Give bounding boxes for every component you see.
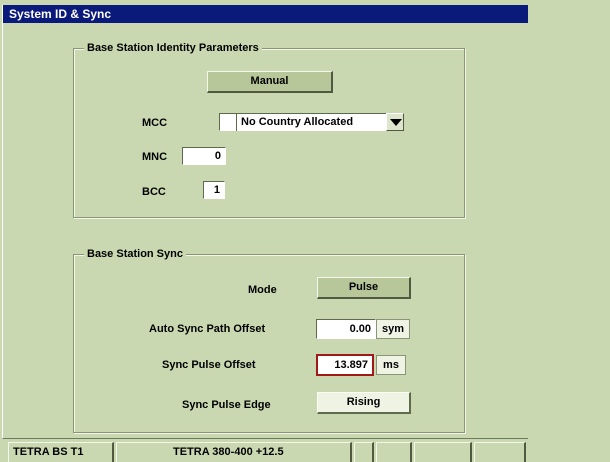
manual-button[interactable]: Manual [207, 71, 333, 93]
status-segment-3 [354, 442, 374, 462]
sync-pulse-offset-unit: ms [376, 355, 406, 375]
auto-sync-path-offset-label: Auto Sync Path Offset [149, 323, 266, 335]
auto-sync-unit: sym [376, 319, 410, 339]
window-title: System ID & Sync [3, 5, 529, 23]
mcc-label: MCC [142, 117, 168, 129]
status-bar: TETRA BS T1 TETRA 380-400 +12.5 [0, 440, 610, 462]
auto-sync-path-offset-field[interactable]: 0.00 [316, 319, 376, 339]
system-id-sync-window: System ID & Sync Base Station Identity P… [2, 5, 529, 439]
sync-pulse-edge-label: Sync Pulse Edge [182, 399, 271, 411]
sync-pulse-offset-field[interactable]: 13.897 [316, 354, 374, 376]
mnc-field[interactable]: 0 [182, 147, 226, 165]
identity-group: Base Station Identity Parameters Manual … [73, 42, 465, 218]
status-segment-4 [376, 442, 412, 462]
status-segment-band: TETRA 380-400 +12.5 [116, 442, 352, 462]
status-segment-5 [414, 442, 472, 462]
mode-label: Mode [248, 284, 277, 296]
bcc-label: BCC [142, 186, 166, 198]
mnc-label: MNC [142, 151, 168, 163]
status-segment-mode: TETRA BS T1 [8, 442, 114, 462]
identity-legend: Base Station Identity Parameters [84, 42, 262, 55]
sync-group: Base Station Sync Mode Pulse Auto Sync P… [73, 248, 465, 433]
sync-pulse-edge-button[interactable]: Rising [317, 392, 411, 414]
country-dropdown-button[interactable] [386, 113, 404, 131]
right-softkey-panel [528, 5, 610, 439]
bcc-field[interactable]: 1 [203, 181, 225, 199]
mode-pulse-button[interactable]: Pulse [317, 277, 411, 299]
sync-legend: Base Station Sync [84, 248, 186, 261]
sync-pulse-offset-label: Sync Pulse Offset [162, 359, 256, 371]
status-segment-6 [474, 442, 526, 462]
country-dropdown-value[interactable]: No Country Allocated [236, 113, 386, 131]
chevron-down-icon [390, 119, 402, 126]
